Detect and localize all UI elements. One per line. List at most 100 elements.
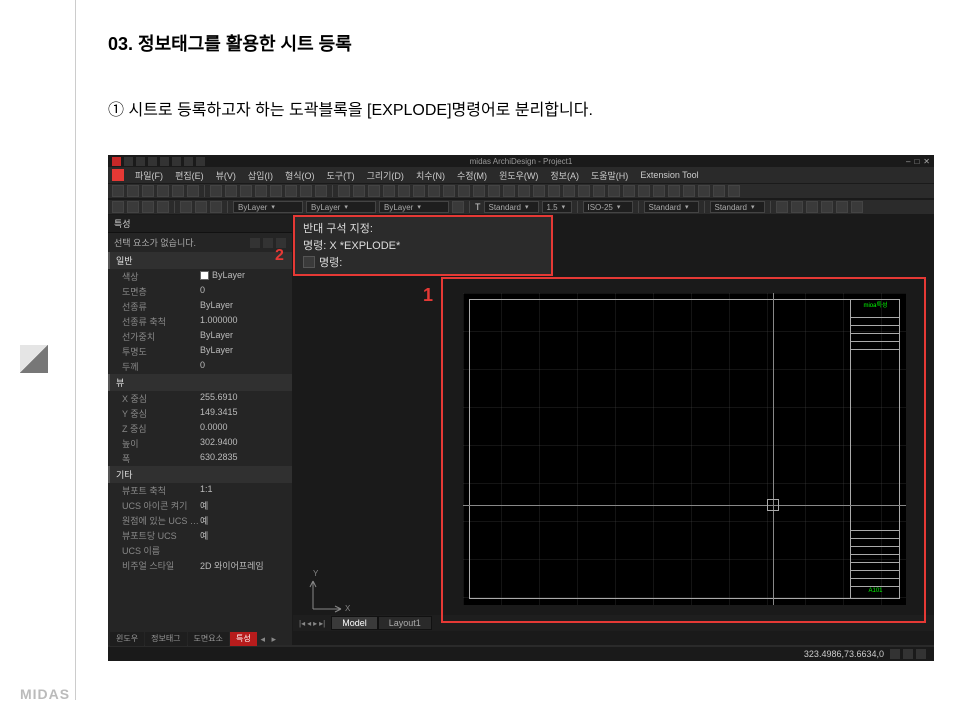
tool-icon[interactable] [172, 185, 184, 197]
tool-icon[interactable] [210, 185, 222, 197]
panel-icon[interactable] [276, 238, 286, 248]
tool-icon[interactable] [608, 185, 620, 197]
tool-icon[interactable] [112, 201, 124, 213]
tool-icon[interactable] [821, 201, 833, 213]
menu-window[interactable]: 윈도우(W) [494, 169, 543, 182]
tool-icon[interactable] [225, 185, 237, 197]
menu-tools[interactable]: 도구(T) [322, 169, 360, 182]
tab-nav-next-icon[interactable]: ▸ [313, 619, 317, 628]
menu-edit[interactable]: 편집(E) [170, 169, 209, 182]
qat-icon[interactable] [124, 157, 133, 166]
tool-icon[interactable] [653, 185, 665, 197]
lineweight-combo[interactable]: ByLayer [379, 201, 449, 213]
app-menu-button[interactable] [112, 169, 124, 181]
group-misc[interactable]: 기타 [108, 466, 292, 483]
tool-icon[interactable] [338, 185, 350, 197]
tool-icon[interactable] [836, 201, 848, 213]
tab-nav-first-icon[interactable]: |◂ [299, 619, 305, 628]
qat-icon[interactable] [196, 157, 205, 166]
tool-icon[interactable] [180, 201, 192, 213]
tool-icon[interactable] [698, 185, 710, 197]
tool-icon[interactable] [518, 185, 530, 197]
cmd-prompt[interactable]: 명령: [303, 254, 543, 270]
tool-icon[interactable] [157, 185, 169, 197]
status-icon[interactable] [890, 649, 900, 659]
group-general[interactable]: 일반 [108, 252, 292, 269]
color-combo[interactable]: ByLayer [233, 201, 303, 213]
tool-icon[interactable] [353, 185, 365, 197]
linetype-combo[interactable]: ByLayer [306, 201, 376, 213]
tool-icon[interactable] [413, 185, 425, 197]
menu-insert[interactable]: 삽입(I) [243, 169, 278, 182]
mleaderstyle-combo[interactable]: Standard [710, 201, 765, 213]
panel-tab-window[interactable]: 윈도우 [110, 632, 144, 646]
panel-tab-next-icon[interactable]: ▸ [269, 632, 279, 646]
menu-modify[interactable]: 수정(M) [452, 169, 492, 182]
menu-extension[interactable]: Extension Tool [635, 170, 703, 180]
qat-icon[interactable] [136, 157, 145, 166]
tool-icon[interactable] [503, 185, 515, 197]
status-icon[interactable] [916, 649, 926, 659]
status-icon[interactable] [903, 649, 913, 659]
tool-icon[interactable] [157, 201, 169, 213]
tool-icon[interactable] [142, 185, 154, 197]
tablestyle-combo[interactable]: Standard [644, 201, 699, 213]
close-button[interactable]: ✕ [923, 157, 930, 166]
tool-icon[interactable] [443, 185, 455, 197]
tool-icon[interactable] [142, 201, 154, 213]
tool-icon[interactable] [728, 185, 740, 197]
tool-icon[interactable] [255, 185, 267, 197]
tool-icon[interactable] [127, 201, 139, 213]
qat-icon[interactable] [172, 157, 181, 166]
drawing-canvas[interactable]: 2 반대 구석 지정: 명령: X *EXPLODE* 명령: 1 mioa특성… [293, 215, 934, 645]
quick-access-toolbar[interactable] [112, 157, 205, 166]
tool-icon[interactable] [368, 185, 380, 197]
tool-icon[interactable] [473, 185, 485, 197]
group-view[interactable]: 뷰 [108, 374, 292, 391]
tool-icon[interactable] [563, 185, 575, 197]
tool-icon[interactable] [315, 185, 327, 197]
panel-icon[interactable] [263, 238, 273, 248]
tool-icon[interactable] [638, 185, 650, 197]
tool-icon[interactable] [428, 185, 440, 197]
panel-icon[interactable] [250, 238, 260, 248]
menu-dim[interactable]: 치수(N) [411, 169, 450, 182]
textstyle-combo[interactable]: Standard [484, 201, 539, 213]
tool-icon[interactable] [548, 185, 560, 197]
menu-file[interactable]: 파일(F) [130, 169, 168, 182]
tab-model[interactable]: Model [331, 616, 378, 630]
tab-nav-prev-icon[interactable]: ◂ [307, 619, 311, 628]
tool-icon[interactable] [195, 201, 207, 213]
tab-layout1[interactable]: Layout1 [378, 616, 432, 630]
tool-icon[interactable] [623, 185, 635, 197]
tool-icon[interactable] [300, 185, 312, 197]
menu-format[interactable]: 형식(O) [280, 169, 320, 182]
tool-icon[interactable] [127, 185, 139, 197]
qat-icon[interactable] [148, 157, 157, 166]
tool-icon[interactable] [112, 185, 124, 197]
panel-tab-props[interactable]: 특성 [230, 632, 257, 646]
tool-icon[interactable] [458, 185, 470, 197]
menu-help[interactable]: 도움말(H) [586, 169, 633, 182]
tool-icon[interactable] [683, 185, 695, 197]
tool-icon[interactable] [285, 185, 297, 197]
tab-nav-last-icon[interactable]: ▸| [319, 619, 325, 628]
maximize-button[interactable]: □ [914, 157, 919, 166]
tool-icon[interactable] [383, 185, 395, 197]
menu-draw[interactable]: 그리기(D) [362, 169, 409, 182]
qat-icon[interactable] [160, 157, 169, 166]
tool-icon[interactable] [593, 185, 605, 197]
tool-icon[interactable] [806, 201, 818, 213]
qat-icon[interactable] [184, 157, 193, 166]
command-line-box[interactable]: 반대 구석 지정: 명령: X *EXPLODE* 명령: [293, 215, 553, 276]
dimstyle-combo[interactable]: ISO-25 [583, 201, 633, 213]
grid-area[interactable]: mioa특성 A101 [463, 293, 906, 605]
tool-icon[interactable] [578, 185, 590, 197]
minimize-button[interactable]: – [906, 157, 910, 166]
tool-icon[interactable] [210, 201, 222, 213]
tool-icon[interactable] [452, 201, 464, 213]
panel-tab-infotag[interactable]: 정보태그 [145, 632, 186, 646]
panel-tab-elements[interactable]: 도면요소 [188, 632, 229, 646]
tool-icon[interactable] [776, 201, 788, 213]
tool-icon[interactable] [488, 185, 500, 197]
